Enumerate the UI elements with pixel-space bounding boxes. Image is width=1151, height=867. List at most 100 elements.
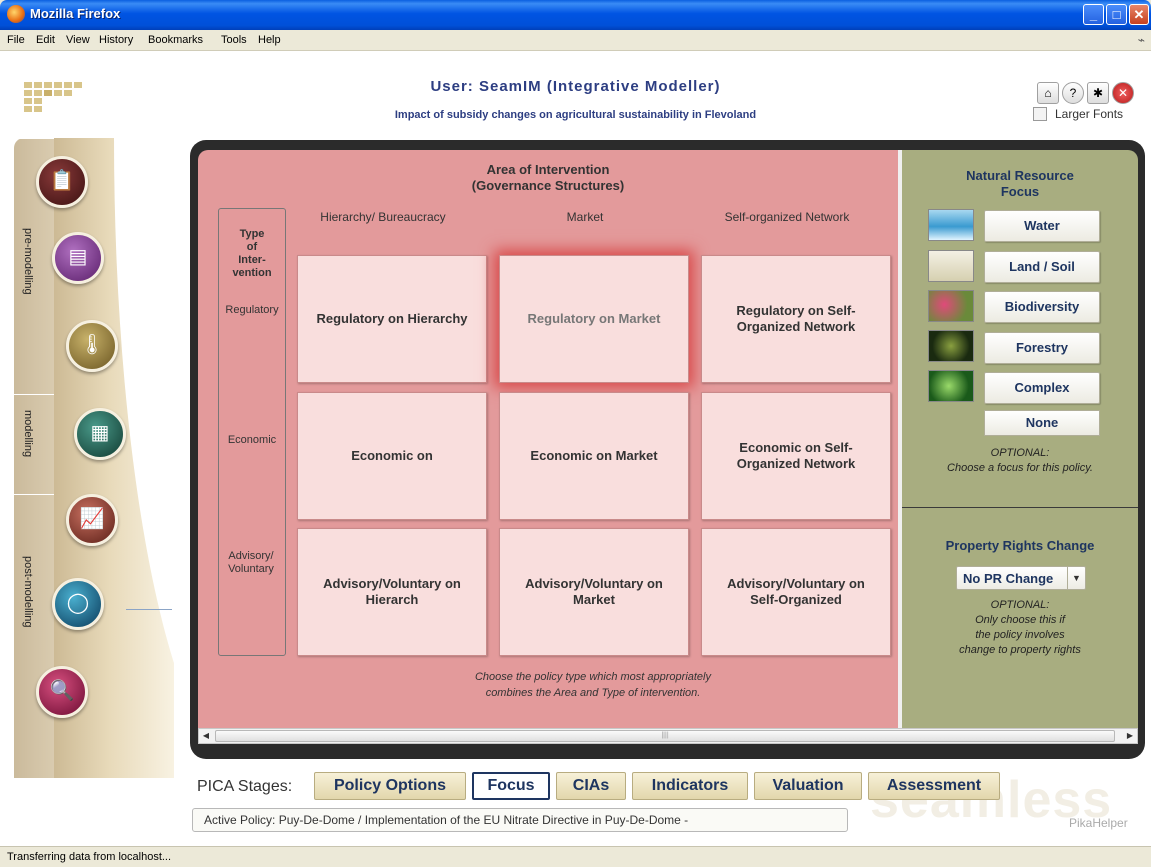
pica-stages-label: PICA Stages: (197, 778, 293, 795)
scroll-left-icon[interactable]: ◀ (199, 729, 213, 743)
thermometer-icon[interactable]: 🌡 (66, 320, 118, 372)
rail-label-post-modelling: post-modelling (22, 556, 34, 628)
project-subtitle: Impact of subsidy changes on agricultura… (394, 109, 757, 121)
complex-image (928, 370, 974, 402)
stage-rail: pre-modelling modelling post-modelling 📋… (14, 138, 254, 778)
main-panel: Area of Intervention (Governance Structu… (190, 140, 1145, 759)
pr-optional-line4: change to property rights (959, 644, 1081, 656)
row-label-advisory: Advisory/ Voluntary (228, 550, 274, 575)
intervention-title-line2: (Governance Structures) (471, 178, 625, 193)
document-icon[interactable]: ▤ (52, 232, 104, 284)
focus-title-line1: Natural Resource (966, 168, 1074, 183)
home-icon[interactable]: ⌂ (1037, 82, 1059, 104)
globe-icon[interactable]: ◯ (52, 578, 104, 630)
menu-file[interactable]: File (7, 34, 25, 46)
type-label-line4: vention (232, 267, 272, 279)
cell-regulatory-network[interactable]: Regulatory on Self-Organized Network (701, 255, 891, 383)
menu-view[interactable]: View (66, 34, 90, 46)
focus-optional-line1: OPTIONAL: (990, 447, 1050, 459)
horizontal-scrollbar[interactable]: ◀ |||| ▶ (198, 728, 1138, 744)
hint-line1: Choose the policy type which most approp… (474, 671, 711, 683)
menu-bookmarks[interactable]: Bookmarks (148, 34, 203, 46)
larger-fonts-toggle[interactable]: Larger Fonts (1033, 107, 1123, 121)
seamless-logo (24, 82, 84, 122)
cell-advisory-market[interactable]: Advisory/Voluntary on Market (499, 528, 689, 656)
focus-complex-button[interactable]: Complex (984, 372, 1100, 404)
active-policy-field: Active Policy: Puy-De-Dome / Implementat… (192, 808, 848, 832)
stage-cias[interactable]: CIAs (556, 772, 626, 800)
type-label-line3: Inter- (238, 254, 266, 266)
cell-economic-network[interactable]: Economic on Self-Organized Network (701, 392, 891, 520)
type-label-line2: of (246, 241, 258, 253)
cell-regulatory-hierarchy[interactable]: Regulatory on Hierarchy (297, 255, 487, 383)
focus-optional-note: OPTIONAL: Choose a focus for this policy… (902, 446, 1138, 476)
focus-area: Natural Resource Focus Water Land / Soil… (902, 150, 1138, 728)
stage-indicators[interactable]: Indicators (632, 772, 748, 800)
help-icon[interactable]: ? (1062, 82, 1084, 104)
cell-regulatory-market[interactable]: Regulatory on Market (499, 255, 689, 383)
scrollbar-thumb[interactable]: |||| (215, 730, 1115, 742)
menu-tools[interactable]: Tools (221, 34, 247, 46)
rail-label-modelling: modelling (22, 410, 34, 458)
intervention-hint: Choose the policy type which most approp… (198, 669, 988, 701)
cell-advisory-hierarchy[interactable]: Advisory/Voluntary on Hierarch (297, 528, 487, 656)
scroll-right-icon[interactable]: ▶ (1123, 729, 1137, 743)
stage-assessment[interactable]: Assessment (868, 772, 1000, 800)
bug-icon[interactable]: ✱ (1087, 82, 1109, 104)
user-title: User: SeamIM (Integrative Modeller) (430, 78, 721, 95)
row-label-regulatory: Regulatory (225, 304, 279, 316)
menu-help[interactable]: Help (258, 34, 281, 46)
window-titlebar: Mozilla Firefox _ □ ✕ (0, 0, 1151, 30)
larger-fonts-checkbox[interactable] (1033, 107, 1047, 121)
close-window-button[interactable]: ✕ (1129, 4, 1149, 25)
maximize-button[interactable]: □ (1106, 4, 1127, 25)
pikahelper-link[interactable]: PikaHelper (1069, 816, 1128, 830)
cell-economic-market[interactable]: Economic on Market (499, 392, 689, 520)
rail-connector (126, 609, 172, 610)
menu-edit[interactable]: Edit (36, 34, 55, 46)
type-label-line1: Type (239, 228, 265, 240)
focus-land-soil-button[interactable]: Land / Soil (984, 251, 1100, 283)
focus-separator (902, 507, 1138, 508)
water-image (928, 209, 974, 241)
cell-advisory-network[interactable]: Advisory/Voluntary on Self-Organized (701, 528, 891, 656)
biodiversity-image (928, 290, 974, 322)
clipboard-icon[interactable]: 📋 (36, 156, 88, 208)
column-header-market: Market (566, 210, 604, 224)
pr-optional-line2: Only choose this if (975, 614, 1065, 626)
menu-bar: File Edit View History Bookmarks Tools H… (0, 30, 1151, 51)
property-rights-title: Property Rights Change (945, 538, 1095, 553)
stage-valuation[interactable]: Valuation (754, 772, 862, 800)
window-title: Mozilla Firefox (30, 6, 121, 21)
focus-none-button[interactable]: None (984, 410, 1100, 436)
menu-history[interactable]: History (99, 34, 133, 46)
focus-biodiversity-button[interactable]: Biodiversity (984, 291, 1100, 323)
status-bar: Transferring data from localhost... (0, 846, 1151, 867)
addons-icon: ⌁ (1137, 33, 1145, 47)
intervention-title-line1: Area of Intervention (486, 162, 610, 177)
stage-focus[interactable]: Focus (472, 772, 550, 800)
type-of-intervention-label: Type of Inter- vention (222, 228, 282, 280)
status-text: Transferring data from localhost... (7, 851, 172, 863)
cell-economic-hierarchy[interactable]: Economic on (297, 392, 487, 520)
search-icon[interactable]: 🔍 (36, 666, 88, 718)
forestry-image (928, 330, 974, 362)
focus-forestry-button[interactable]: Forestry (984, 332, 1100, 364)
pr-optional-line3: the policy involves (975, 629, 1065, 641)
calculator-icon[interactable]: ▦ (74, 408, 126, 460)
property-rights-value: No PR Change (963, 571, 1054, 586)
property-rights-note: OPTIONAL: Only choose this if the policy… (902, 598, 1138, 658)
close-icon[interactable]: ✕ (1112, 82, 1134, 104)
stage-policy-options[interactable]: Policy Options (314, 772, 466, 800)
rail-label-pre-modelling: pre-modelling (22, 228, 34, 295)
focus-water-button[interactable]: Water (984, 210, 1100, 242)
focus-title-line2: Focus (1000, 184, 1040, 199)
minimize-button[interactable]: _ (1083, 4, 1104, 25)
intervention-title: Area of Intervention (Governance Structu… (198, 162, 898, 194)
chart-icon[interactable]: 📈 (66, 494, 118, 546)
column-header-hierarchy: Hierarchy/ Bureaucracy (320, 210, 446, 224)
focus-title: Natural Resource Focus (902, 168, 1138, 200)
land-soil-image (928, 250, 974, 282)
property-rights-select[interactable]: No PR Change ▼ (956, 566, 1086, 590)
chevron-down-icon[interactable]: ▼ (1067, 567, 1085, 589)
